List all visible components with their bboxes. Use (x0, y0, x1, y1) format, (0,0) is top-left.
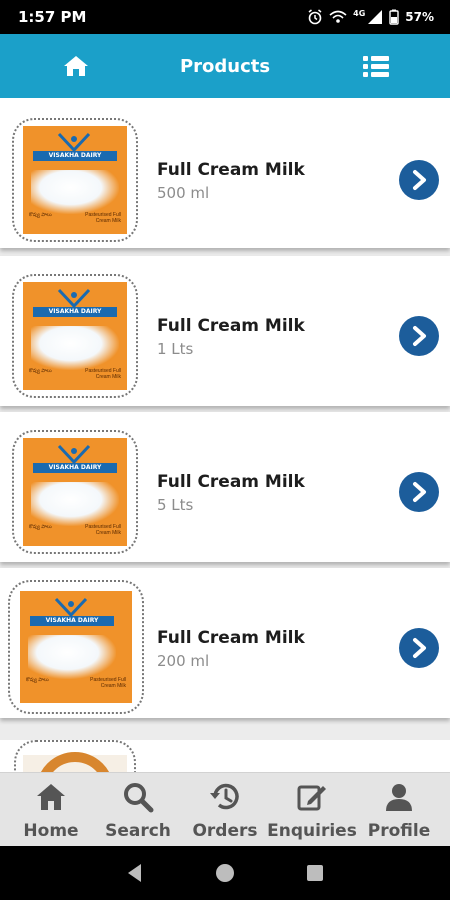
pack-label-right: Pasteurised Full Cream Milk (85, 368, 121, 380)
product-image (23, 752, 127, 772)
brand-band: VISAKHA DAIRY (33, 151, 117, 161)
pack-label-right: Pasteurised Full Cream Milk (85, 212, 121, 224)
product-image: VISAKHA DAIRY కొవ్వు పాలు Pasteurised Fu… (23, 126, 127, 234)
status-bar: 1:57 PM 4G 57% (0, 0, 450, 34)
product-image-frame: VISAKHA DAIRY కొవ్వు పాలు Pasteurised Fu… (8, 580, 144, 714)
milk-splash (31, 170, 119, 214)
app-screen: 1:57 PM 4G 57% Products VISAKHA DAIRY కొ… (0, 0, 450, 900)
alarm-icon (308, 9, 322, 25)
product-quantity: 200 ml (157, 652, 210, 670)
user-icon (386, 784, 412, 811)
status-time: 1:57 PM (18, 8, 87, 26)
nav-orders-label: Orders (192, 821, 258, 841)
network-type: 4G (353, 8, 366, 18)
brand-logo-icon (57, 444, 91, 464)
open-product-button[interactable] (399, 628, 439, 668)
product-image-frame (14, 740, 136, 772)
home-icon (64, 56, 88, 76)
product-image: VISAKHA DAIRY కొవ్వు పాలు Pasteurised Fu… (23, 438, 127, 546)
product-card[interactable]: VISAKHA DAIRY కొవ్వు పాలు Pasteurised Fu… (0, 568, 450, 718)
brand-band: VISAKHA DAIRY (33, 463, 117, 473)
home-button[interactable] (62, 52, 90, 80)
system-nav-bar (0, 846, 450, 900)
pack-label-left: కొవ్వు పాలు (29, 524, 52, 530)
pack-label-left: కొవ్వు పాలు (29, 212, 52, 218)
home-icon (37, 784, 65, 810)
product-list: VISAKHA DAIRY కొవ్వు పాలు Pasteurised Fu… (0, 98, 450, 772)
product-name: Full Cream Milk (157, 472, 305, 492)
product-quantity: 500 ml (157, 184, 210, 202)
product-card-partial[interactable] (0, 740, 450, 772)
pack-label-right: Pasteurised Full Cream Milk (90, 677, 126, 689)
chevron-right-icon (413, 638, 426, 658)
nav-home[interactable]: Home (8, 773, 94, 846)
status-icons: 4G 57% (307, 9, 434, 25)
product-card[interactable]: VISAKHA DAIRY కొవ్వు పాలు Pasteurised Fu… (0, 98, 450, 248)
battery-icon (389, 9, 399, 25)
recents-icon[interactable] (304, 862, 326, 884)
chevron-right-icon (413, 482, 426, 502)
edit-icon (297, 785, 326, 811)
product-card[interactable]: VISAKHA DAIRY కొవ్వు పాలు Pasteurised Fu… (0, 412, 450, 562)
product-quantity: 5 Lts (157, 496, 194, 514)
product-image-frame: VISAKHA DAIRY కొవ్వు పాలు Pasteurised Fu… (12, 430, 138, 554)
open-product-button[interactable] (399, 160, 439, 200)
nav-orders[interactable]: Orders (182, 773, 268, 846)
brand-logo-icon (57, 288, 91, 308)
pack-label-left: కొవ్వు పాలు (29, 368, 52, 374)
list-icon (363, 56, 389, 77)
brand-logo-icon (57, 132, 91, 152)
list-view-button[interactable] (362, 52, 390, 80)
bottom-nav: Home Search Orders Enquiries Profile (0, 772, 450, 846)
chevron-right-icon (413, 326, 426, 346)
product-image: VISAKHA DAIRY కొవ్వు పాలు Pasteurised Fu… (20, 591, 132, 703)
history-icon (210, 783, 239, 810)
pack-label-left: కొవ్వు పాలు (26, 677, 49, 683)
battery-level: 57% (405, 10, 434, 24)
product-card[interactable]: VISAKHA DAIRY కొవ్వు పాలు Pasteurised Fu… (0, 256, 450, 406)
search-icon (124, 783, 154, 813)
product-image: VISAKHA DAIRY కొవ్వు పాలు Pasteurised Fu… (23, 282, 127, 390)
brand-band: VISAKHA DAIRY (30, 616, 114, 626)
nav-search[interactable]: Search (95, 773, 181, 846)
milk-splash (31, 326, 119, 370)
brand-band: VISAKHA DAIRY (33, 307, 117, 317)
milk-splash (28, 635, 116, 679)
product-name: Full Cream Milk (157, 160, 305, 180)
nav-profile[interactable]: Profile (356, 773, 442, 846)
product-name: Full Cream Milk (157, 628, 305, 648)
open-product-button[interactable] (399, 316, 439, 356)
chevron-right-icon (413, 170, 426, 190)
signal-icon (368, 10, 383, 24)
brand-logo-icon (54, 597, 88, 617)
product-image-frame: VISAKHA DAIRY కొవ్వు పాలు Pasteurised Fu… (12, 118, 138, 242)
app-bar: Products (0, 34, 450, 98)
home-circle-icon[interactable] (214, 862, 236, 884)
nav-search-label: Search (105, 821, 171, 841)
wifi-calling-icon (329, 10, 347, 23)
open-product-button[interactable] (399, 472, 439, 512)
milk-splash (31, 482, 119, 526)
back-icon[interactable] (124, 862, 146, 884)
product-quantity: 1 Lts (157, 340, 194, 358)
nav-profile-label: Profile (367, 821, 431, 841)
nav-home-label: Home (23, 821, 79, 841)
product-name: Full Cream Milk (157, 316, 305, 336)
nav-enquiries-label: Enquiries (267, 821, 357, 841)
nav-enquiries[interactable]: Enquiries (267, 773, 357, 846)
product-image-frame: VISAKHA DAIRY కొవ్వు పాలు Pasteurised Fu… (12, 274, 138, 398)
pack-label-right: Pasteurised Full Cream Milk (85, 524, 121, 536)
